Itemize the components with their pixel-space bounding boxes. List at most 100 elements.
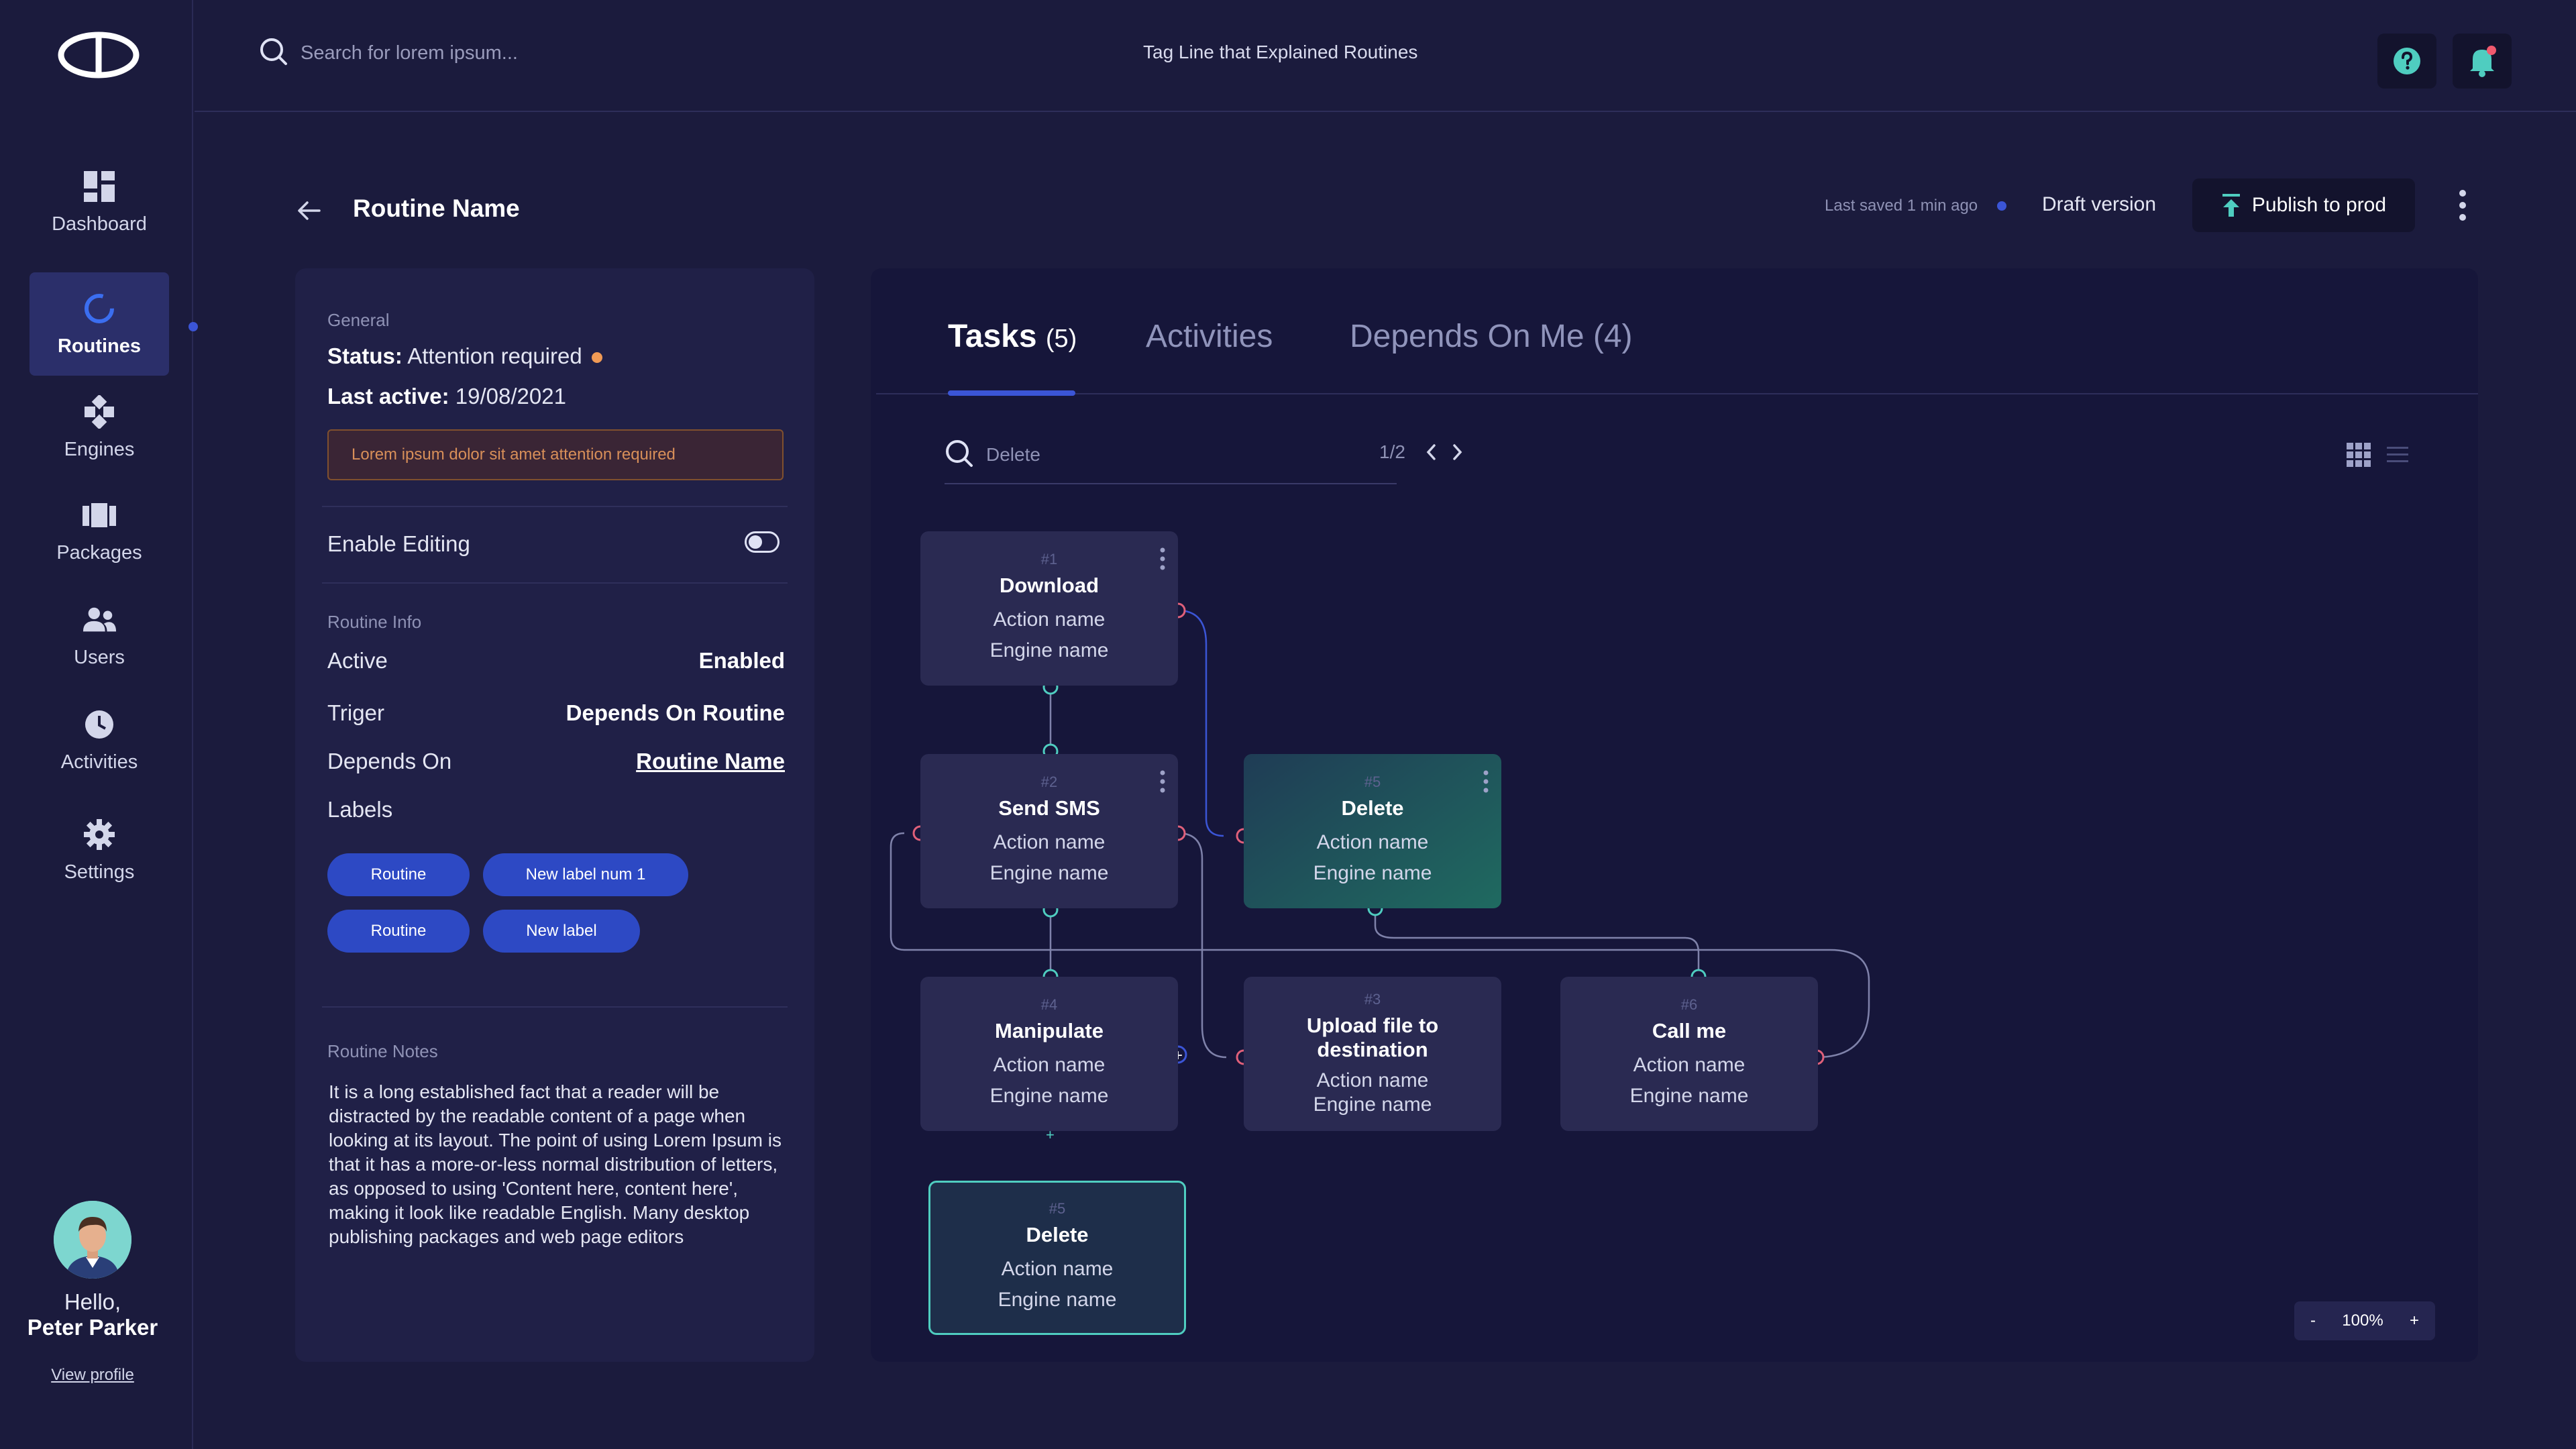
sidebar-item-label: Dashboard (52, 213, 147, 235)
label-chip[interactable]: New label num 1 (483, 853, 688, 896)
sidebar-item-routines[interactable]: Routines (30, 272, 169, 376)
node-engine: Engine name (989, 639, 1109, 661)
node-action: Action name (1001, 1258, 1114, 1280)
routine-info-section-label: Routine Info (327, 612, 422, 632)
task-node-manipulate[interactable]: #4 Manipulate Action name Engine name (920, 977, 1178, 1131)
sidebar-item-engines[interactable]: Engines (30, 376, 169, 479)
label-chip[interactable]: New label (483, 910, 640, 953)
active-indicator-dot (189, 322, 198, 331)
node-title: Send SMS (998, 796, 1100, 820)
routine-details-panel: General Status: Attention required Last … (295, 268, 814, 1362)
zoom-level: 100% (2342, 1311, 2383, 1330)
status-warning-dot (591, 352, 602, 364)
node-menu-icon[interactable] (1159, 547, 1166, 570)
attention-alert: Lorem ipsum dolor sit amet attention req… (327, 429, 784, 480)
help-button[interactable] (2377, 34, 2436, 89)
last-active-key: Last active: (327, 384, 449, 409)
page-title: Routine Name (353, 195, 520, 222)
connector-1-to-5 (1177, 609, 1224, 837)
sidebar-item-label: Routines (57, 335, 142, 357)
sidebar-item-label: Packages (56, 541, 142, 564)
node-action: Action name (1316, 1069, 1429, 1091)
label-chip[interactable]: Routine (327, 853, 470, 896)
avatar[interactable] (54, 1201, 131, 1279)
zoom-control: - 100% + (2294, 1301, 2435, 1340)
node-action: Action name (1633, 1054, 1746, 1076)
connector-5-to-6 (1374, 908, 1700, 975)
node-menu-icon[interactable] (1159, 770, 1166, 793)
activities-icon (82, 707, 117, 742)
top-bar: Tag Line that Explained Routines (195, 0, 2576, 112)
sidebar-item-settings[interactable]: Settings (30, 798, 169, 902)
publish-button[interactable]: Publish to prod (2192, 178, 2415, 232)
sidebar: Dashboard Routines Engines Packages User… (0, 0, 198, 1449)
labels-title: Labels (327, 797, 393, 822)
back-arrow-icon[interactable] (295, 197, 322, 224)
sidebar-item-users[interactable]: Users (30, 584, 169, 687)
label-chip[interactable]: Routine (327, 910, 470, 953)
node-number: #5 (1364, 773, 1381, 790)
task-node-delete-selected[interactable]: #5 Delete Action name Engine name (1244, 754, 1501, 908)
node-number: #2 (1040, 773, 1058, 790)
sidebar-item-label: Engines (64, 438, 135, 460)
zoom-out-button[interactable]: - (2310, 1311, 2316, 1330)
node-number: #5 (1049, 1200, 1066, 1217)
node-number: #3 (1364, 991, 1381, 1008)
search-input[interactable] (301, 38, 703, 68)
notifications-button[interactable] (2453, 34, 2512, 89)
node-title: Download (999, 574, 1099, 597)
enable-editing-toggle[interactable] (745, 531, 780, 553)
node-title: Delete (1341, 796, 1404, 820)
node-action: Action name (993, 1054, 1106, 1076)
node-menu-icon[interactable] (1483, 770, 1489, 793)
task-node-upload-file[interactable]: #3 Upload file to destination Action nam… (1244, 977, 1501, 1131)
node-action: Action name (1316, 831, 1429, 853)
info-row-depends-on: Depends On Routine Name (327, 749, 785, 774)
help-icon (2394, 48, 2420, 74)
view-profile-link[interactable]: View profile (0, 1366, 185, 1385)
sidebar-item-activities[interactable]: Activities (30, 688, 169, 792)
search-icon (260, 38, 287, 65)
sidebar-item-label: Settings (64, 861, 135, 883)
info-value: Depends On Routine (566, 700, 785, 725)
info-row-trigger: Triger Depends On Routine (327, 700, 785, 726)
status-value: Attention required (407, 343, 582, 368)
task-node-send-sms[interactable]: #2 Send SMS Action name Engine name (920, 754, 1178, 908)
last-active-value: 19/08/2021 (455, 384, 566, 409)
node-title: Call me (1652, 1019, 1727, 1042)
sidebar-item-label: Activities (60, 751, 138, 773)
task-node-delete-search-result[interactable]: #5 Delete Action name Engine name (928, 1181, 1186, 1335)
info-key: Depends On (327, 749, 452, 773)
last-active-line: Last active: 19/08/2021 (327, 384, 566, 409)
zoom-in-button[interactable]: + (2410, 1311, 2419, 1330)
node-number: #1 (1040, 551, 1058, 568)
task-node-download[interactable]: #1 Download Action name Engine name (920, 531, 1178, 686)
sidebar-item-label: Users (74, 646, 125, 668)
sidebar-item-dashboard[interactable]: Dashboard (30, 150, 169, 254)
node-engine: Engine name (1629, 1085, 1749, 1107)
draft-version-label[interactable]: Draft version (2042, 193, 2156, 216)
info-key: Active (327, 648, 388, 673)
dashboard-icon (82, 169, 117, 204)
divider (322, 1006, 788, 1008)
depends-on-link[interactable]: Routine Name (636, 749, 785, 774)
more-options-icon[interactable] (2458, 189, 2467, 221)
node-action: Action name (993, 608, 1106, 631)
routine-notes-text: It is a long established fact that a rea… (329, 1081, 782, 1247)
node-title: Upload file to destination (1306, 1014, 1439, 1061)
connector-2-to-3 (1177, 832, 1227, 1059)
users-icon (82, 602, 117, 637)
node-engine: Engine name (989, 1085, 1109, 1107)
app-logo[interactable] (57, 30, 141, 80)
packages-icon (82, 498, 117, 533)
node-action: Action name (993, 831, 1106, 853)
general-section-label: General (327, 310, 390, 330)
task-node-call-me[interactable]: #6 Call me Action name Engine name (1560, 977, 1818, 1131)
greeting: Hello, (64, 1289, 121, 1314)
settings-icon (82, 817, 117, 852)
last-saved-text: Last saved 1 min ago (1825, 197, 1978, 215)
sidebar-item-packages[interactable]: Packages (30, 479, 169, 582)
info-value: Enabled (698, 648, 785, 673)
upload-icon (2222, 194, 2240, 217)
routines-icon (82, 291, 117, 326)
